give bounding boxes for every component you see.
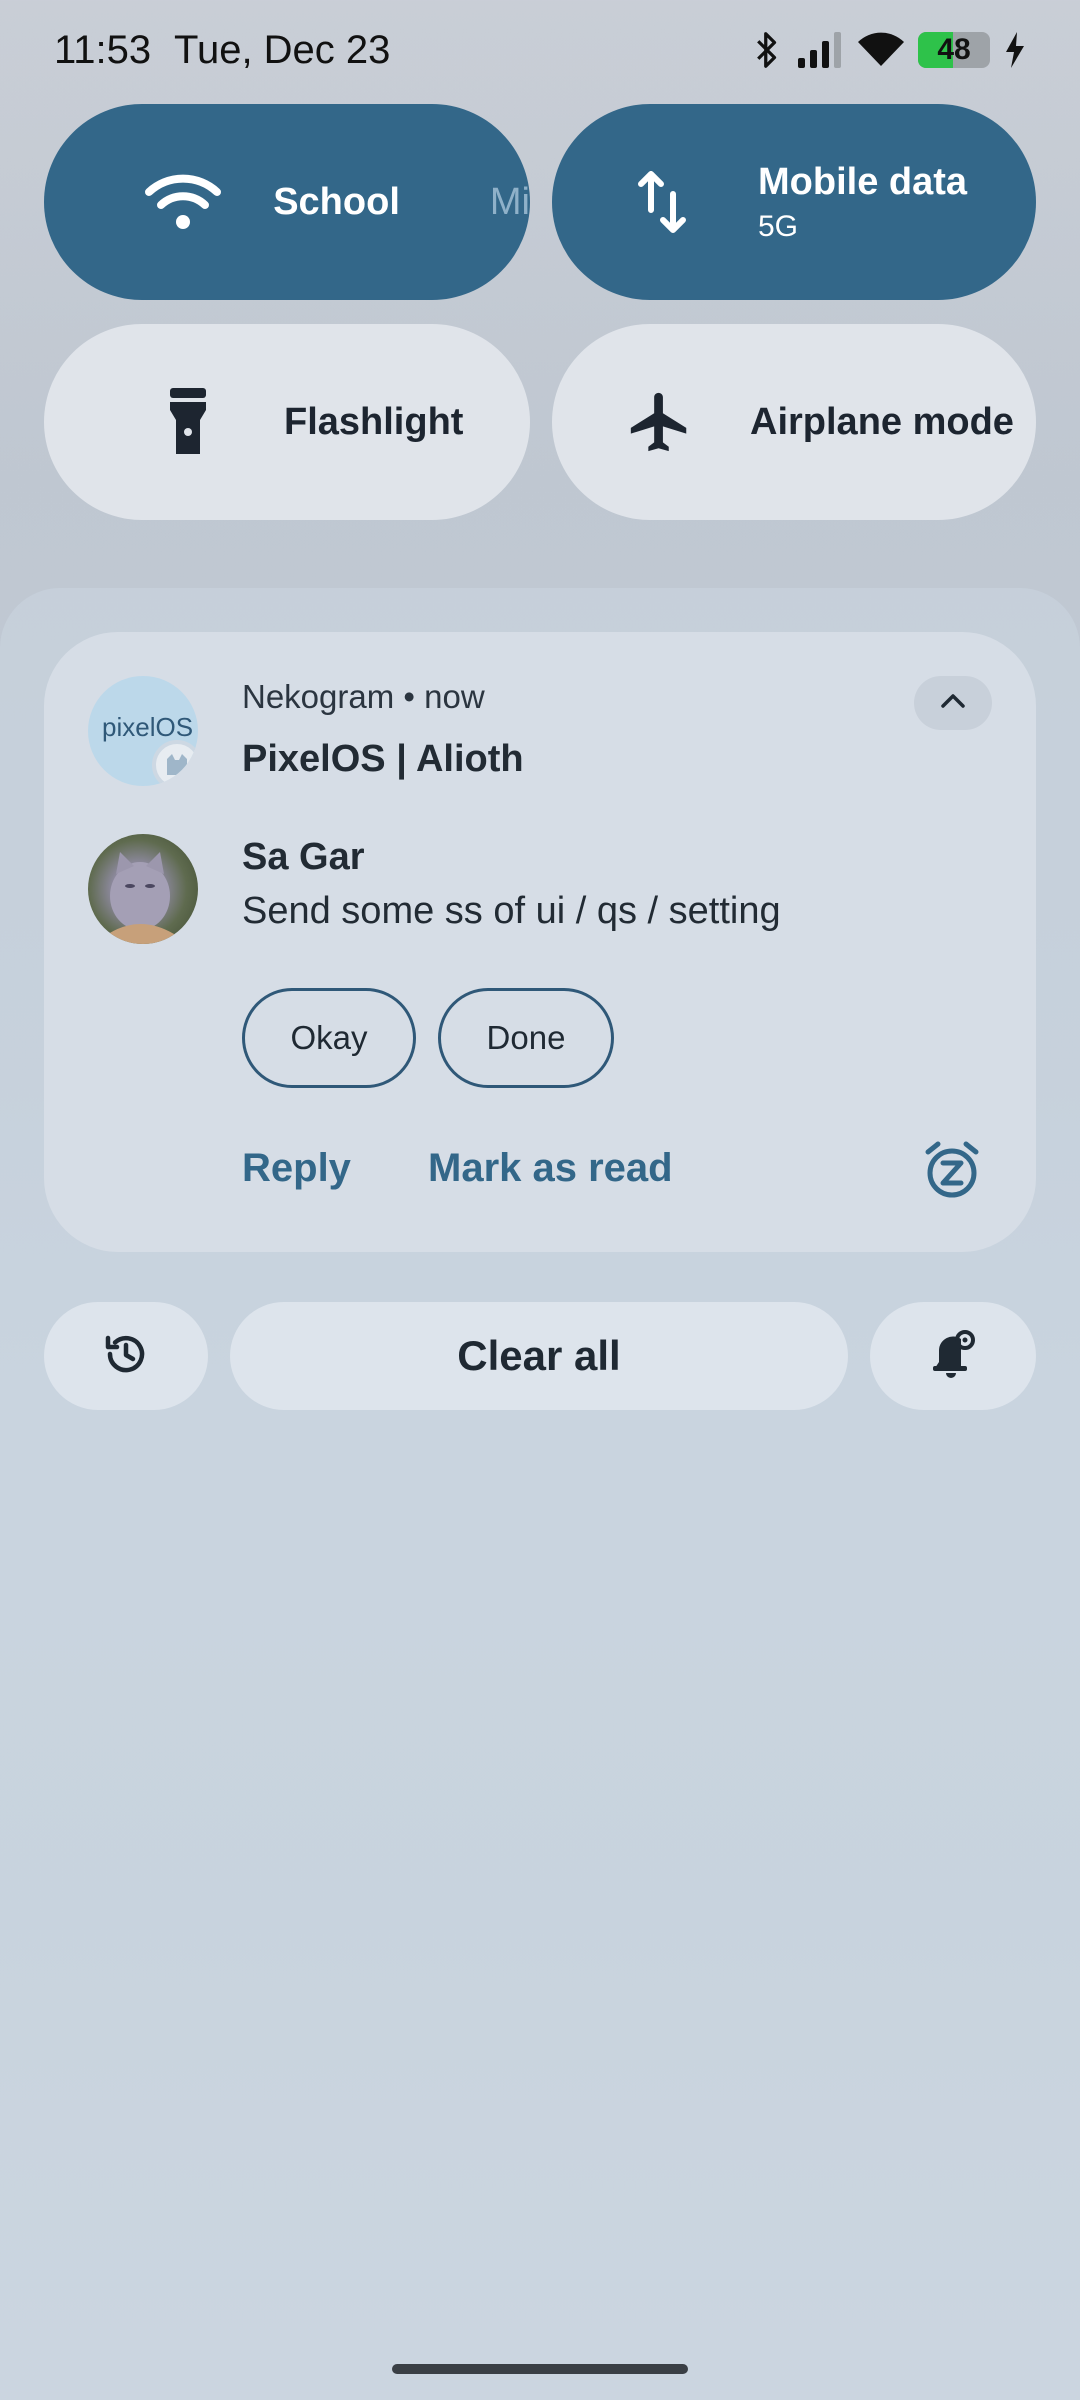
cat-badge-icon bbox=[152, 740, 198, 786]
collapse-button[interactable] bbox=[914, 676, 992, 730]
signal-icon bbox=[796, 32, 844, 68]
clear-all-label: Clear all bbox=[457, 1332, 621, 1379]
clear-all-button[interactable]: Clear all bbox=[230, 1302, 848, 1410]
snooze-icon[interactable] bbox=[922, 1140, 982, 1200]
history-button[interactable] bbox=[44, 1302, 208, 1410]
battery-level: 48 bbox=[937, 33, 971, 66]
chevron-up-icon bbox=[940, 693, 966, 714]
app-icon-label: pixelOS bbox=[102, 712, 194, 742]
notification-settings-button[interactable] bbox=[870, 1302, 1036, 1410]
tile-airplane-label: Airplane mode bbox=[750, 400, 1014, 443]
message-text: Send some ss of ui / qs / setting bbox=[242, 890, 781, 932]
tile-wifi-secondary: Mi bbox=[489, 180, 530, 223]
mark-as-read-button[interactable]: Mark as read bbox=[428, 1146, 673, 1191]
tile-mobile-data[interactable]: Mobile data 5G bbox=[552, 104, 1036, 300]
tile-mobile-data-label: Mobile data bbox=[758, 160, 968, 203]
wifi-icon bbox=[138, 172, 227, 232]
status-bar: 11:53 Tue, Dec 23 48 bbox=[0, 0, 1080, 100]
status-time: 11:53 bbox=[54, 28, 152, 72]
tile-flashlight-label: Flashlight bbox=[284, 400, 464, 443]
airplane-icon bbox=[610, 387, 710, 457]
tile-wifi-label: School bbox=[273, 180, 400, 223]
bluetooth-icon bbox=[752, 30, 782, 70]
notification-settings-icon bbox=[929, 1328, 977, 1385]
quick-reply-done[interactable]: Done bbox=[438, 988, 614, 1088]
tile-wifi[interactable]: School Mi bbox=[44, 104, 530, 300]
status-icons: 48 bbox=[752, 30, 1026, 70]
flashlight-icon bbox=[138, 388, 238, 456]
battery-icon: 48 bbox=[918, 32, 990, 68]
charging-icon bbox=[1004, 32, 1026, 68]
app-icon: pixelOS bbox=[88, 676, 198, 786]
tile-airplane-mode[interactable]: Airplane mode bbox=[552, 324, 1036, 520]
notification-channel-title: PixelOS | Alioth bbox=[242, 738, 524, 780]
status-date: Tue, Dec 23 bbox=[174, 28, 391, 72]
tile-mobile-data-sub: 5G bbox=[758, 209, 799, 243]
home-indicator[interactable] bbox=[392, 2364, 688, 2374]
quick-reply-okay[interactable]: Okay bbox=[242, 988, 416, 1088]
sender-avatar bbox=[88, 834, 198, 944]
tile-flashlight[interactable]: Flashlight bbox=[44, 324, 530, 520]
reply-button[interactable]: Reply bbox=[242, 1146, 351, 1191]
notification-app-name: Nekogram • now bbox=[242, 678, 485, 715]
message-sender: Sa Gar bbox=[242, 836, 365, 878]
history-icon bbox=[102, 1330, 150, 1383]
mobile-data-icon bbox=[612, 170, 712, 234]
wifi-icon bbox=[858, 32, 904, 68]
